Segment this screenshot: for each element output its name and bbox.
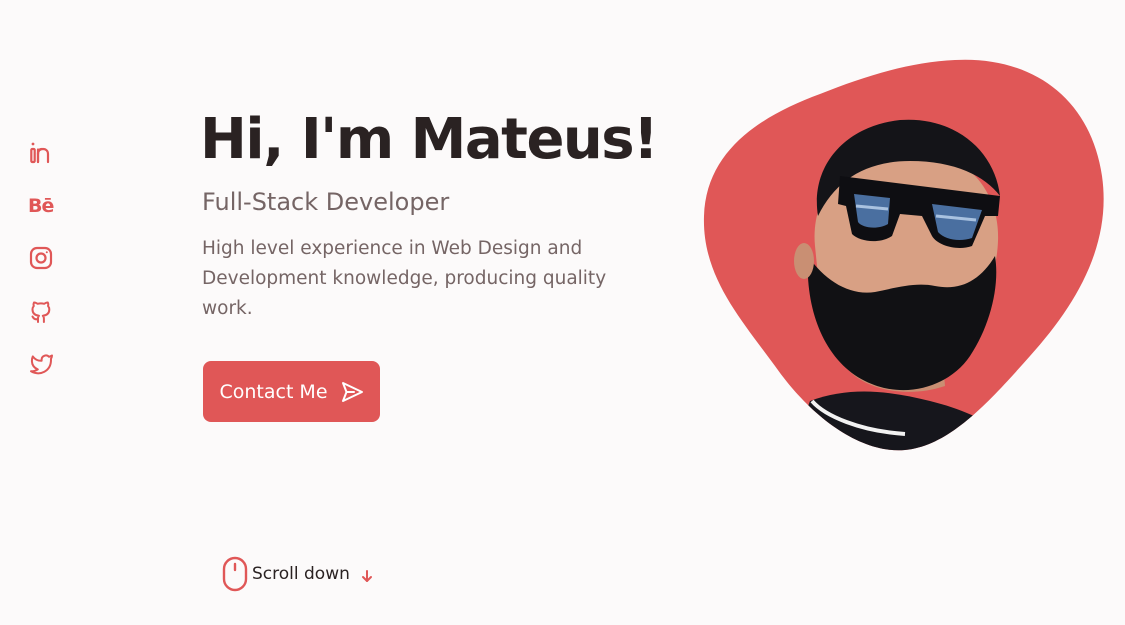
- instagram-icon: [29, 246, 53, 270]
- scroll-down-label: Scroll down: [252, 564, 350, 584]
- contact-me-button[interactable]: Contact Me: [203, 361, 380, 422]
- github-link[interactable]: [28, 298, 56, 326]
- send-icon: [341, 381, 363, 402]
- scroll-down-link[interactable]: Scroll down: [222, 556, 374, 592]
- behance-link[interactable]: Bē: [28, 193, 56, 221]
- home-section: Bē Hi, I'm Mateus! Full-Stack Developer …: [0, 0, 1125, 625]
- hero-title: Hi, I'm Mateus!: [200, 107, 659, 172]
- profile-blob: [700, 56, 1110, 456]
- linkedin-icon: [30, 142, 50, 164]
- instagram-link[interactable]: [28, 245, 56, 273]
- contact-me-label: Contact Me: [219, 380, 328, 403]
- github-icon: [31, 301, 51, 323]
- mouse-icon: [222, 556, 248, 592]
- twitter-icon: [30, 354, 53, 375]
- hero-description: High level experience in Web Design and …: [202, 238, 607, 319]
- twitter-link[interactable]: [28, 350, 56, 378]
- linkedin-link[interactable]: [28, 140, 56, 168]
- arrow-down-icon: [354, 565, 374, 583]
- hero-subtitle: Full-Stack Developer: [202, 188, 450, 216]
- behance-icon: Bē: [28, 195, 54, 217]
- profile-image: [703, 59, 1104, 451]
